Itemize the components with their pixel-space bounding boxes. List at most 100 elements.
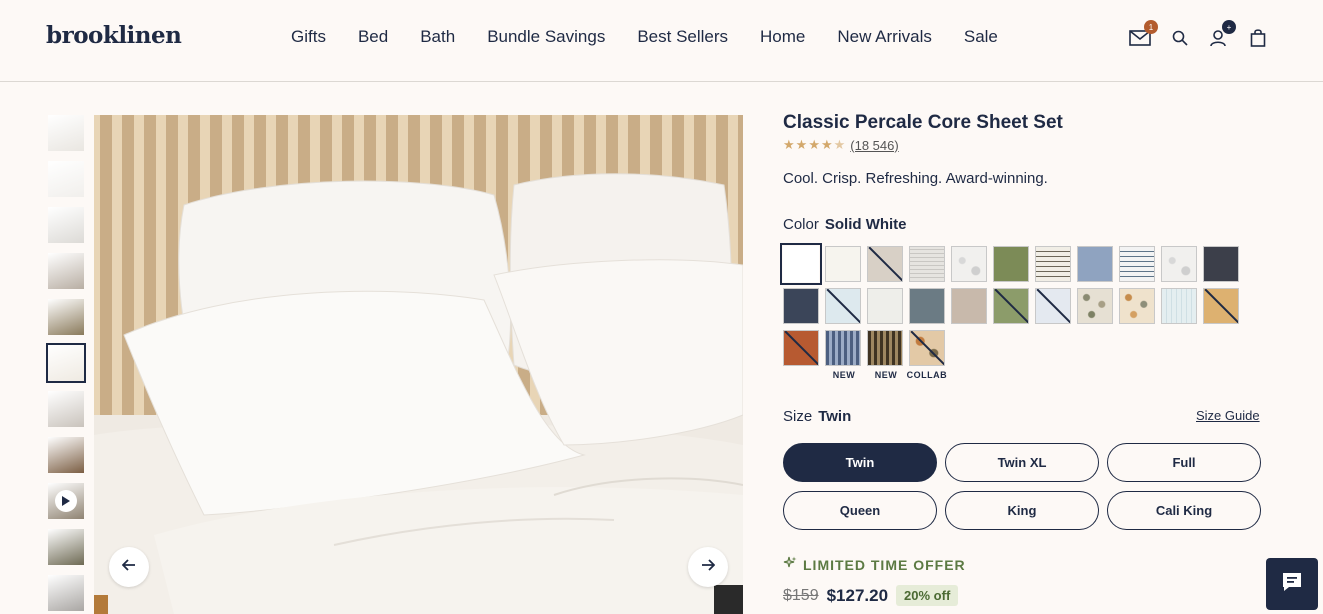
size-option-king[interactable]: King bbox=[945, 491, 1099, 530]
color-swatch[interactable] bbox=[951, 288, 987, 324]
thumbnail-image[interactable] bbox=[48, 437, 84, 473]
sold-out-slash bbox=[910, 331, 944, 365]
thumbnail-image[interactable] bbox=[48, 161, 84, 197]
color-swatch[interactable] bbox=[909, 330, 945, 366]
thumbnail-video[interactable] bbox=[48, 483, 84, 519]
color-swatch[interactable] bbox=[867, 288, 903, 324]
color-swatch[interactable] bbox=[867, 330, 903, 366]
color-swatch[interactable] bbox=[825, 246, 861, 282]
mail-icon[interactable]: 1 bbox=[1128, 20, 1158, 50]
color-swatch[interactable] bbox=[780, 243, 822, 285]
sold-out-slash bbox=[994, 289, 1028, 323]
discount-badge: 20% off bbox=[896, 585, 959, 606]
swatch-tag: COLLAB bbox=[906, 370, 948, 380]
star-icon: ★ bbox=[820, 137, 833, 152]
swatch-tag: NEW bbox=[874, 370, 898, 380]
thumbnail-image[interactable] bbox=[48, 115, 84, 151]
nav-item-new-arrivals[interactable]: New Arrivals bbox=[837, 27, 931, 47]
nav-item-bed[interactable]: Bed bbox=[358, 27, 388, 47]
brand-logo[interactable]: brooklinen bbox=[46, 22, 182, 49]
size-option-full[interactable]: Full bbox=[1107, 443, 1261, 482]
star-icon: ★ bbox=[795, 137, 808, 152]
color-label: Color bbox=[783, 216, 819, 233]
limited-offer-banner: LIMITED TIME OFFER bbox=[783, 556, 966, 573]
color-swatch[interactable] bbox=[1077, 246, 1113, 282]
color-swatch[interactable] bbox=[993, 288, 1029, 324]
color-swatch-grid bbox=[780, 243, 1273, 372]
account-icon[interactable]: + bbox=[1206, 20, 1236, 50]
sold-out-slash bbox=[784, 331, 818, 365]
chat-icon bbox=[1281, 571, 1303, 598]
thumbnail-image[interactable] bbox=[48, 391, 84, 427]
star-icon: ★ bbox=[783, 137, 795, 152]
selected-size-name: Twin bbox=[818, 408, 852, 425]
price-row: $159 $127.20 20% off bbox=[783, 585, 959, 606]
size-options: Twin Twin XL Full Queen King Cali King bbox=[783, 443, 1263, 530]
sold-out-slash bbox=[868, 247, 902, 281]
chat-button[interactable] bbox=[1266, 558, 1318, 610]
color-swatch[interactable] bbox=[909, 288, 945, 324]
thumbnail-image[interactable] bbox=[48, 299, 84, 335]
thumbnail-image[interactable] bbox=[48, 575, 84, 611]
next-image-button[interactable] bbox=[688, 547, 728, 587]
nav-item-bundle-savings[interactable]: Bundle Savings bbox=[487, 27, 605, 47]
header-icons: 1 + bbox=[1128, 20, 1270, 50]
thumbnail-image[interactable] bbox=[48, 207, 84, 243]
thumbnail-image[interactable] bbox=[48, 529, 84, 565]
color-swatch[interactable] bbox=[1161, 288, 1197, 324]
color-swatch[interactable] bbox=[909, 246, 945, 282]
bag-icon[interactable] bbox=[1246, 26, 1270, 50]
color-swatch[interactable] bbox=[825, 288, 861, 324]
product-title: Classic Percale Core Sheet Set bbox=[783, 112, 1063, 133]
color-swatch[interactable] bbox=[1119, 288, 1155, 324]
color-swatch[interactable] bbox=[1119, 246, 1155, 282]
size-label: Size bbox=[783, 408, 813, 425]
color-swatch[interactable] bbox=[825, 330, 861, 366]
sold-out-slash bbox=[1204, 289, 1238, 323]
size-option-queen[interactable]: Queen bbox=[783, 491, 937, 530]
star-icon: ★ bbox=[808, 137, 820, 152]
nav-item-sale[interactable]: Sale bbox=[964, 27, 998, 47]
color-swatch[interactable] bbox=[783, 330, 819, 366]
sale-price: $127.20 bbox=[826, 585, 889, 605]
thumbnail-image[interactable] bbox=[46, 343, 86, 383]
sparkle-icon bbox=[783, 556, 797, 573]
swatch-tag: NEW bbox=[832, 370, 856, 380]
size-option-twin-xl[interactable]: Twin XL bbox=[945, 443, 1099, 482]
size-option-twin[interactable]: Twin bbox=[783, 443, 937, 482]
half-star-icon: ★ bbox=[833, 137, 846, 152]
color-swatch[interactable] bbox=[1203, 246, 1239, 282]
review-count-link[interactable]: (18 546) bbox=[850, 138, 898, 153]
nav-item-best-sellers[interactable]: Best Sellers bbox=[637, 27, 728, 47]
offer-label: LIMITED TIME OFFER bbox=[803, 556, 966, 573]
site-header: brooklinen Gifts Bed Bath Bundle Savings… bbox=[0, 0, 1323, 82]
color-swatch[interactable] bbox=[867, 246, 903, 282]
size-guide-link[interactable]: Size Guide bbox=[1196, 408, 1260, 423]
product-rating[interactable]: ★ ★ ★ ★ ★ (18 546) bbox=[783, 137, 899, 153]
nav-item-bath[interactable]: Bath bbox=[420, 27, 455, 47]
sold-out-slash bbox=[1036, 289, 1070, 323]
search-icon[interactable] bbox=[1168, 26, 1192, 50]
color-selector-label: Color Solid White bbox=[783, 216, 907, 233]
color-swatch[interactable] bbox=[1203, 288, 1239, 324]
sold-out-slash bbox=[826, 289, 860, 323]
color-swatch[interactable] bbox=[783, 288, 819, 324]
arrow-left-icon bbox=[121, 558, 136, 576]
account-badge: + bbox=[1222, 20, 1236, 34]
size-selector-label: Size Twin bbox=[783, 408, 851, 425]
thumbnail-image[interactable] bbox=[48, 253, 84, 289]
product-main-image bbox=[94, 115, 743, 614]
color-swatch[interactable] bbox=[993, 246, 1029, 282]
prev-image-button[interactable] bbox=[109, 547, 149, 587]
color-swatch[interactable] bbox=[1161, 246, 1197, 282]
color-swatch[interactable] bbox=[1035, 246, 1071, 282]
mail-badge: 1 bbox=[1144, 20, 1158, 34]
nav-item-gifts[interactable]: Gifts bbox=[291, 27, 326, 47]
color-swatch[interactable] bbox=[1035, 288, 1071, 324]
color-swatch[interactable] bbox=[951, 246, 987, 282]
selected-color-name: Solid White bbox=[824, 216, 907, 233]
arrow-right-icon bbox=[701, 558, 716, 576]
color-swatch[interactable] bbox=[1077, 288, 1113, 324]
size-option-cali-king[interactable]: Cali King bbox=[1107, 491, 1261, 530]
nav-item-home[interactable]: Home bbox=[760, 27, 805, 47]
